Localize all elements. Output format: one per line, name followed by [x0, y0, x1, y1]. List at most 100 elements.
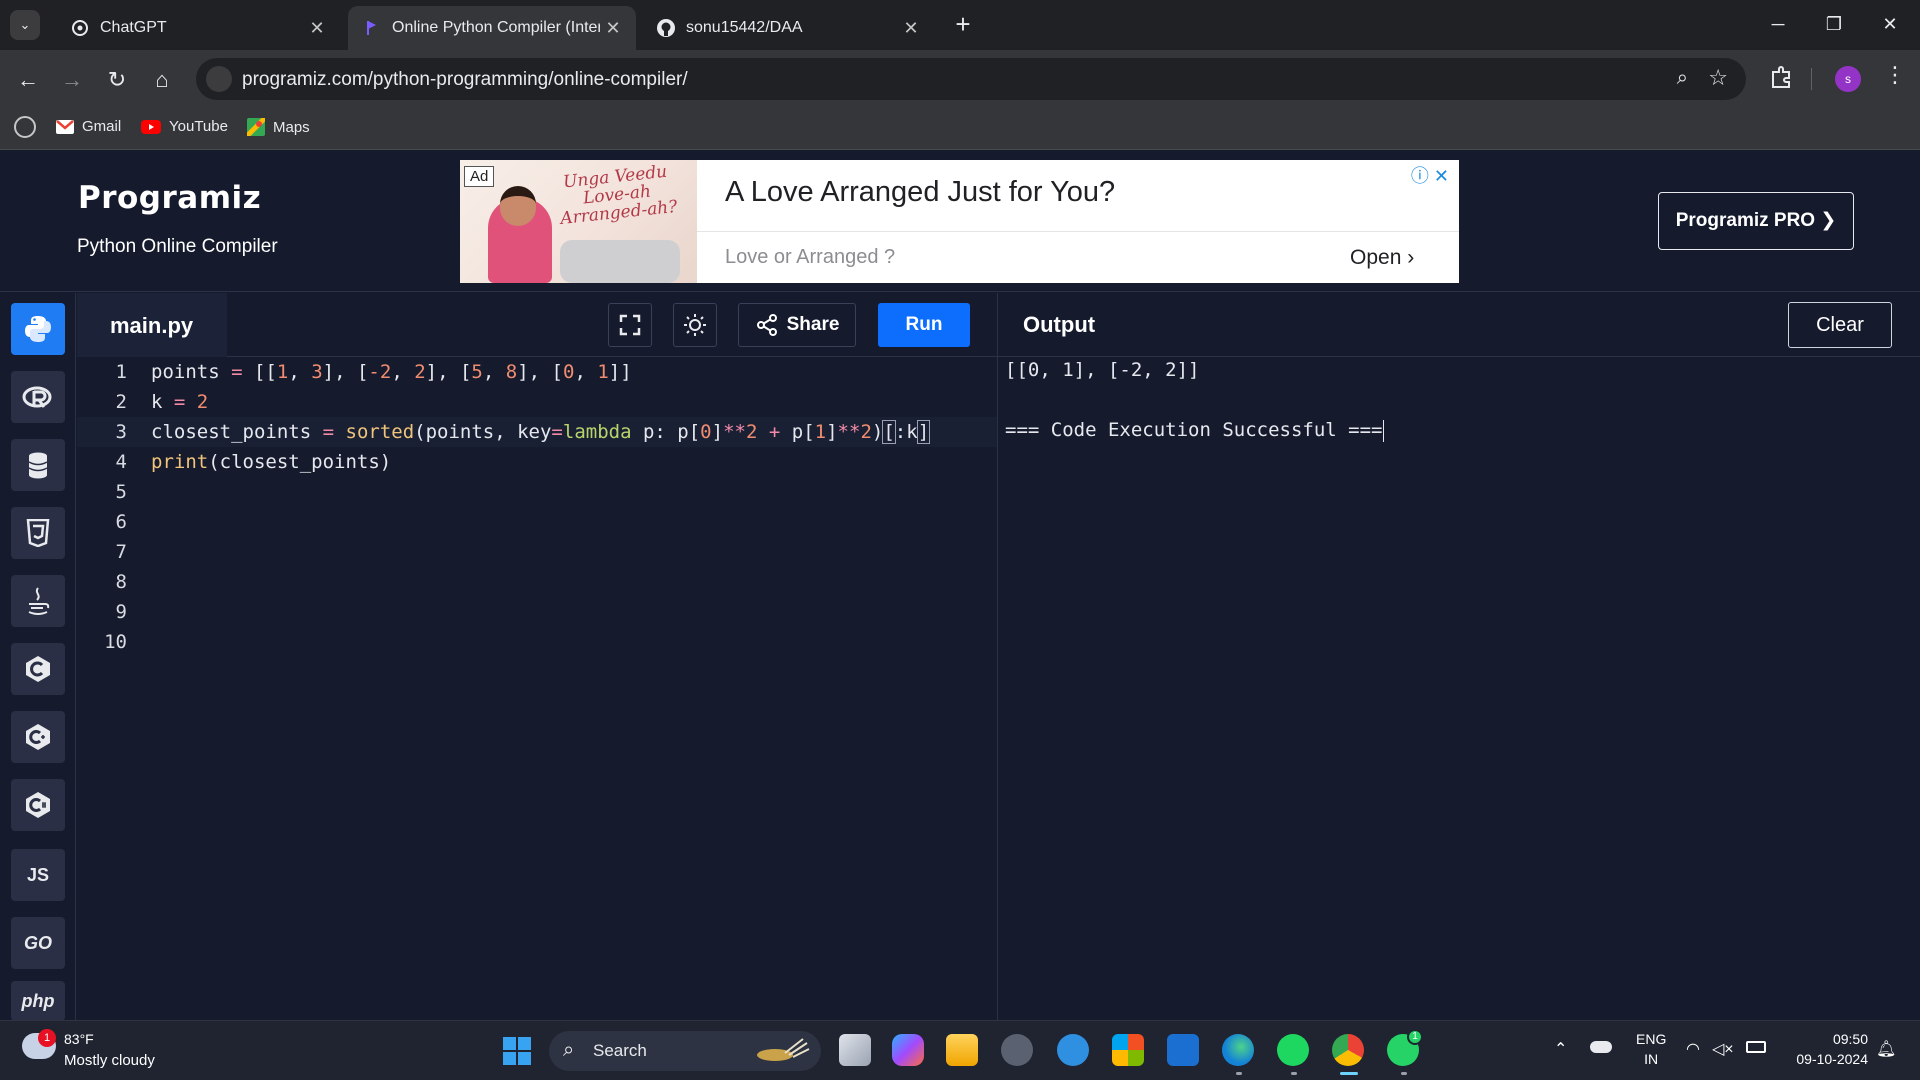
ad-subtext[interactable]: Love or Arranged ? — [725, 246, 895, 269]
file-explorer-icon[interactable] — [946, 1034, 978, 1066]
programiz-pro-button[interactable]: Programiz PRO ❯ — [1658, 192, 1854, 250]
bookmark-gmail[interactable]: Gmail — [56, 118, 121, 135]
tab-search-dropdown-icon[interactable]: ⌄ — [10, 10, 40, 40]
whatsapp-running-indicator — [1401, 1072, 1407, 1075]
address-bar[interactable]: programiz.com/python-programming/online-… — [196, 58, 1746, 100]
code-text[interactable]: k = 2 — [151, 387, 208, 417]
restore-icon[interactable]: ❐ — [1806, 8, 1862, 40]
wifi-icon[interactable]: ◠ — [1686, 1039, 1700, 1059]
system-clock[interactable]: 09:50 09-10-2024 — [1784, 1029, 1868, 1069]
r-language-icon — [22, 386, 52, 408]
minimize-icon[interactable]: ─ — [1750, 8, 1806, 40]
chrome-icon[interactable] — [1332, 1034, 1364, 1066]
show-hidden-icons-chevron-icon[interactable]: ⌃ — [1554, 1039, 1567, 1059]
battery-icon[interactable] — [1746, 1041, 1766, 1053]
zoom-icon[interactable]: ⌕ — [1677, 67, 1688, 90]
html-lang-button[interactable] — [11, 507, 65, 559]
clock-date: 09-10-2024 — [1796, 1051, 1868, 1067]
bookmark-youtube[interactable]: YouTube — [141, 118, 228, 135]
apps-globe-icon[interactable] — [14, 116, 36, 138]
back-icon[interactable]: ← — [12, 64, 44, 96]
ad-close-icon[interactable]: ✕ — [1434, 166, 1449, 186]
new-tab-icon[interactable]: + — [948, 10, 978, 40]
sql-lang-button[interactable] — [11, 439, 65, 491]
whatsapp-badge: 1 — [1407, 1029, 1423, 1045]
myhp-icon[interactable] — [1167, 1034, 1199, 1066]
extensions-icon[interactable] — [1768, 64, 1794, 90]
site-info-icon[interactable] — [206, 66, 232, 92]
c-lang-button[interactable] — [11, 643, 65, 695]
advertisement[interactable]: Unga Veedu Love-ah Arranged-ah? Ad A Lov… — [460, 160, 1459, 283]
reload-icon[interactable]: ↻ — [101, 64, 133, 96]
file-tab-main-py[interactable]: main.py — [77, 293, 227, 357]
line-number: 10 — [104, 631, 127, 653]
python-lang-button[interactable] — [11, 303, 65, 355]
code-text[interactable]: points = [[1, 3], [-2, 2], [5, 8], [0, 1… — [151, 357, 632, 387]
fullscreen-button[interactable] — [608, 303, 652, 347]
programiz-logo[interactable]: Programiz — [78, 180, 261, 216]
clear-button[interactable]: Clear — [1788, 302, 1892, 348]
bookmark-star-icon[interactable]: ☆ — [1708, 65, 1728, 91]
close-window-icon[interactable]: ✕ — [1862, 8, 1918, 40]
run-button[interactable]: Run — [878, 303, 970, 347]
url-text[interactable]: programiz.com/python-programming/online-… — [242, 69, 688, 91]
notification-bell-icon[interactable]: 🔔︎ — [1876, 1039, 1896, 1059]
code-text[interactable]: closest_points = sorted(points, key=lamb… — [151, 417, 931, 447]
profile-avatar[interactable]: s — [1835, 66, 1861, 92]
browser-tab-strip: ⌄ ChatGPT ✕ Online Python Compiler (Inte… — [0, 0, 1920, 50]
ad-script-text: Unga Veedu Love-ah Arranged-ah? — [559, 161, 679, 229]
lang-bottom: IN — [1644, 1051, 1659, 1067]
close-tab-icon[interactable]: ✕ — [600, 18, 626, 39]
go-lang-button[interactable]: GO — [11, 917, 65, 969]
csharp-lang-button[interactable] — [11, 779, 65, 831]
code-text[interactable]: print(closest_points) — [151, 447, 391, 477]
output-pane: Output Clear [[0, 1], [-2, 2]] === Code … — [997, 293, 1920, 1020]
js-lang-button[interactable]: JS — [11, 849, 65, 901]
close-tab-icon[interactable]: ✕ — [304, 18, 330, 39]
weather-notification-badge: 1 — [38, 1029, 56, 1047]
bookmark-maps[interactable]: Maps — [247, 118, 310, 136]
windows-start-icon[interactable] — [503, 1037, 531, 1065]
copilot-icon[interactable] — [892, 1034, 924, 1066]
cpp-lang-button[interactable] — [11, 711, 65, 763]
ad-choices-icon[interactable]: ⓘ ✕ — [1411, 162, 1449, 188]
java-lang-button[interactable] — [11, 575, 65, 627]
spotify-icon[interactable] — [1277, 1034, 1309, 1066]
theme-toggle-button[interactable] — [673, 303, 717, 347]
output-title: Output — [1023, 312, 1096, 337]
gmail-icon — [56, 119, 74, 134]
speaker-muted-icon[interactable]: ◁× — [1712, 1039, 1734, 1059]
chatgpt-icon — [70, 18, 90, 38]
weather-temperature[interactable]: 83°F — [64, 1031, 94, 1047]
weather-description[interactable]: Mostly cloudy — [64, 1052, 155, 1069]
html5-icon — [26, 519, 50, 547]
output-line: === Code Execution Successful === — [1005, 419, 1384, 442]
r-lang-button[interactable] — [11, 371, 65, 423]
onedrive-cloud-icon[interactable] — [1590, 1041, 1612, 1053]
ad-open-button[interactable]: Open › — [1350, 246, 1414, 270]
browser-toolbar: ← → ↻ ⌂ programiz.com/python-programming… — [0, 50, 1920, 108]
settings-gear-icon[interactable] — [1001, 1034, 1033, 1066]
close-tab-icon[interactable]: ✕ — [898, 18, 924, 39]
home-icon[interactable]: ⌂ — [146, 64, 178, 96]
ad-image[interactable]: Unga Veedu Love-ah Arranged-ah? — [460, 160, 697, 283]
tab-title: ChatGPT — [100, 19, 167, 36]
task-view-icon[interactable] — [839, 1034, 871, 1066]
php-lang-button[interactable]: php — [11, 981, 65, 1021]
line-number: 2 — [115, 391, 127, 413]
taskbar-search[interactable]: ⌕ Search — [549, 1031, 821, 1071]
get-help-icon[interactable] — [1057, 1034, 1089, 1066]
tab-github-daa[interactable]: sonu15442/DAA ✕ — [642, 6, 934, 50]
tab-chatgpt[interactable]: ChatGPT ✕ — [56, 6, 340, 50]
tab-online-python-compiler[interactable]: Online Python Compiler (Interp ✕ — [348, 6, 636, 50]
input-language-indicator[interactable]: ENG IN — [1636, 1029, 1666, 1069]
microsoft-store-icon[interactable] — [1112, 1034, 1144, 1066]
edge-browser-icon[interactable] — [1222, 1034, 1254, 1066]
java-icon — [28, 587, 50, 615]
share-button[interactable]: Share — [738, 303, 856, 347]
code-area[interactable]: 1 points = [[1, 3], [-2, 2], [5, 8], [0,… — [77, 357, 997, 1020]
forward-icon[interactable]: → — [56, 64, 88, 96]
ad-headline[interactable]: A Love Arranged Just for You? — [725, 176, 1115, 209]
browser-menu-icon[interactable]: ⋮ — [1884, 62, 1906, 88]
share-icon — [756, 314, 777, 336]
